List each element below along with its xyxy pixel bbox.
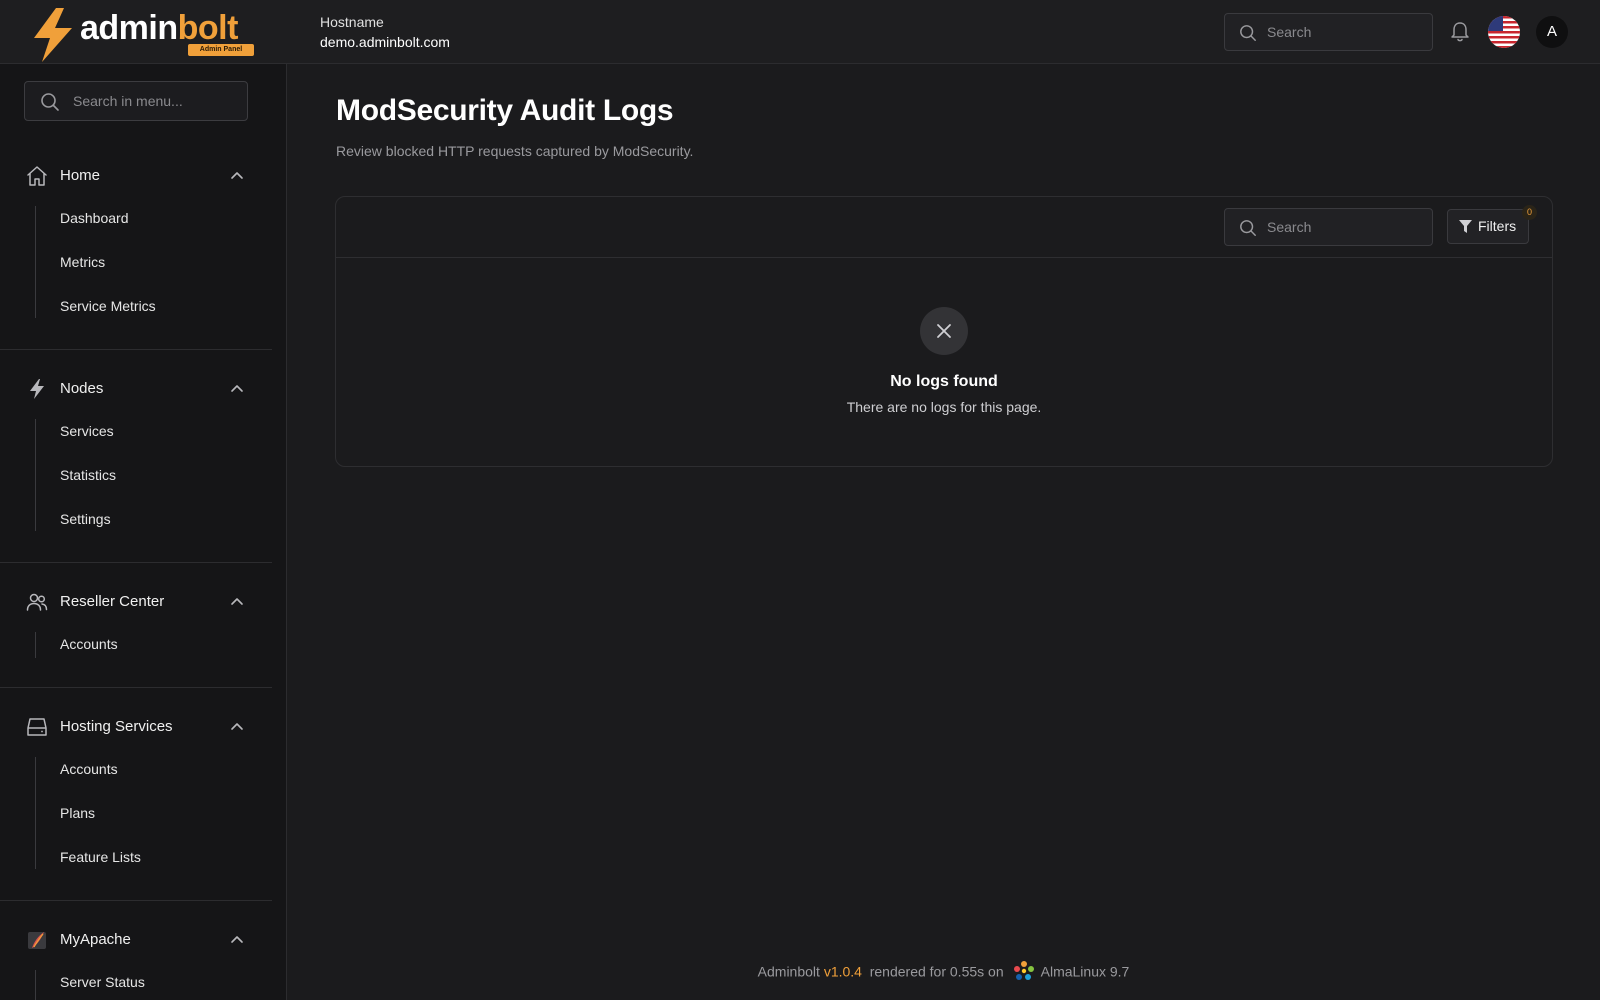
empty-state-message: There are no logs for this page. (846, 399, 1042, 415)
filters-button[interactable]: Filters (1447, 209, 1529, 244)
sidebar-item-statistics[interactable]: Statistics (60, 463, 116, 487)
search-icon (41, 93, 59, 111)
chevron-up-icon (231, 598, 243, 605)
sidebar-item-service-metrics[interactable]: Service Metrics (60, 294, 156, 318)
almalinux-logo-icon (1013, 961, 1034, 980)
footer-os-name: AlmaLinux 9.7 (1040, 963, 1130, 980)
sidebar-group-hosting-header[interactable]: Hosting Services (0, 709, 272, 745)
chevron-up-icon (231, 723, 243, 730)
server-icon (27, 718, 47, 736)
sidebar: Search in menu... Home Dashboard Metrics… (0, 64, 287, 1000)
sidebar-group-label: MyApache (60, 931, 131, 948)
bolt-icon (30, 379, 44, 399)
page-title: ModSecurity Audit Logs (336, 94, 674, 127)
sidebar-group-line (35, 206, 36, 318)
logs-table-panel: Search Filters 0 No logs found There are… (335, 196, 1553, 467)
global-search-input[interactable]: Search (1224, 13, 1433, 51)
table-search-input[interactable]: Search (1224, 208, 1433, 246)
us-flag-icon[interactable] (1488, 16, 1520, 48)
sidebar-divider (0, 900, 272, 901)
home-icon (27, 166, 47, 186)
sidebar-item-hosting-accounts[interactable]: Accounts (60, 757, 118, 781)
sidebar-group-line (35, 757, 36, 869)
sidebar-item-dashboard[interactable]: Dashboard (60, 206, 129, 230)
global-search-placeholder: Search (1267, 24, 1312, 40)
sidebar-item-services[interactable]: Services (60, 419, 114, 443)
footer-app-name: Adminbolt (757, 963, 820, 980)
sidebar-item-server-status[interactable]: Server Status (60, 970, 145, 994)
sidebar-group-label: Home (60, 167, 101, 184)
sidebar-group-label: Reseller Center (60, 593, 165, 610)
footer-version[interactable]: v1.0.4 (824, 964, 862, 980)
close-icon (937, 324, 951, 338)
sidebar-divider (0, 562, 272, 563)
empty-state-icon (920, 307, 968, 355)
footer-render-text: rendered for 0.55s on (869, 963, 1004, 980)
search-icon (1240, 25, 1256, 41)
menu-search-input[interactable]: Search in menu... (24, 81, 248, 121)
hostname-label: Hostname (320, 14, 384, 30)
logo-badge: Admin Panel (188, 44, 254, 56)
user-avatar[interactable]: A (1536, 16, 1568, 48)
hostname-block: Hostname demo.adminbolt.com (320, 12, 450, 52)
empty-state-title: No logs found (890, 373, 998, 390)
sidebar-group-home-header[interactable]: Home (0, 158, 272, 194)
sidebar-group-line (35, 419, 36, 531)
adminbolt-logo[interactable]: adminbolt Admin Panel (30, 6, 260, 62)
chevron-up-icon (231, 172, 243, 179)
sidebar-group-label: Nodes (60, 380, 104, 397)
chevron-up-icon (231, 936, 243, 943)
sidebar-group-nodes-header[interactable]: Nodes (0, 371, 272, 407)
footer: Adminbolt v1.0.4 rendered for 0.55s on A… (287, 961, 1600, 985)
sidebar-group-reseller-header[interactable]: Reseller Center (0, 584, 272, 620)
top-bar: adminbolt Admin Panel Hostname demo.admi… (0, 0, 1600, 64)
sidebar-group-line (35, 632, 36, 658)
menu-search-placeholder: Search in menu... (73, 93, 183, 109)
bell-icon[interactable] (1450, 21, 1470, 43)
sidebar-group-myapache-header[interactable]: MyApache (0, 922, 272, 958)
sidebar-group-label: Hosting Services (60, 718, 173, 735)
filters-count-badge: 0 (1522, 205, 1537, 220)
table-toolbar: Search Filters 0 (336, 197, 1552, 258)
users-icon (26, 593, 48, 611)
bolt-logo-icon (34, 8, 72, 62)
sidebar-item-feature-lists[interactable]: Feature Lists (60, 845, 141, 869)
search-icon (1240, 220, 1256, 236)
sidebar-item-metrics[interactable]: Metrics (60, 250, 105, 274)
logo-wordmark: adminbolt (80, 9, 238, 47)
sidebar-divider (0, 687, 272, 688)
sidebar-group-line (35, 970, 36, 1000)
chevron-up-icon (231, 385, 243, 392)
hostname-value: demo.adminbolt.com (320, 34, 450, 50)
sidebar-divider (0, 349, 272, 350)
filter-icon (1459, 220, 1472, 233)
filters-button-label: Filters (1478, 218, 1517, 234)
sidebar-item-plans[interactable]: Plans (60, 801, 95, 825)
page-subtitle: Review blocked HTTP requests captured by… (336, 143, 694, 159)
apache-feather-icon (28, 932, 46, 949)
sidebar-item-settings[interactable]: Settings (60, 507, 111, 531)
table-search-placeholder: Search (1267, 219, 1312, 235)
sidebar-item-reseller-accounts[interactable]: Accounts (60, 632, 118, 656)
